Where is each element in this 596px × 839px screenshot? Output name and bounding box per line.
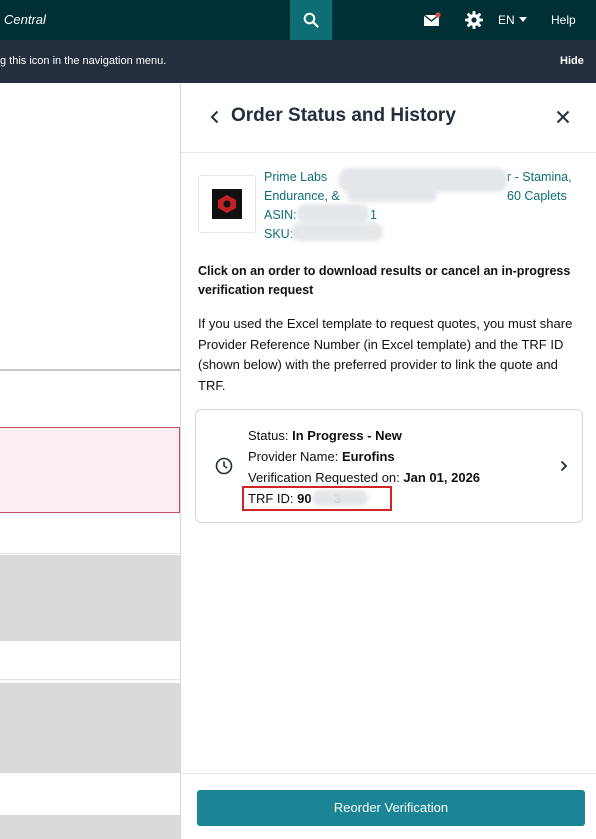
close-icon (556, 110, 570, 124)
product-title-end[interactable]: r - Stamina, (507, 168, 572, 187)
background-page (0, 83, 180, 839)
product-title-line2[interactable]: Endurance, & (264, 189, 340, 203)
top-navigation-bar: Central EN Help (0, 0, 596, 40)
background-highlighted-row (0, 427, 180, 513)
trf-id-highlight-box (242, 486, 392, 511)
mail-icon (423, 12, 441, 26)
panel-footer: Reorder Verification (181, 773, 596, 839)
requested-label: Verification Requested on: (248, 470, 400, 485)
product-title-start[interactable]: Prime Labs (264, 170, 327, 184)
panel-title: Order Status and History (231, 105, 456, 126)
product-title-line2-end[interactable]: 60 Caplets (507, 187, 567, 206)
redacted-area (291, 223, 383, 241)
product-logo-icon (218, 195, 236, 213)
settings-button[interactable] (463, 9, 485, 31)
background-row (0, 683, 180, 773)
clock-icon (214, 456, 234, 476)
chevron-left-icon (210, 110, 218, 124)
background-divider (0, 369, 180, 371)
info-banner-text: g this icon in the navigation menu. (0, 55, 167, 67)
search-button[interactable] (290, 0, 332, 40)
background-divider (0, 553, 180, 554)
provider-label: Provider Name: (248, 449, 339, 464)
asin-label: ASIN: (264, 208, 297, 222)
info-banner: g this icon in the navigation menu. Hide (0, 40, 596, 83)
search-bar[interactable]: Central (0, 0, 290, 40)
product-image (212, 189, 242, 219)
provider-value: Eurofins (341, 449, 395, 464)
excel-template-note: If you used the Excel template to reques… (198, 316, 573, 393)
requested-value: Jan 01, 2026 (403, 470, 481, 485)
hide-banner-link[interactable]: Hide (560, 40, 584, 83)
status-label: Status: (248, 428, 289, 443)
background-row (0, 555, 180, 641)
caret-down-icon (518, 17, 527, 22)
gear-icon (465, 11, 483, 29)
reorder-verification-button[interactable]: Reorder Verification (197, 790, 585, 826)
order-card[interactable]: Status: In Progress - New Provider Name:… (195, 409, 583, 523)
language-selector[interactable]: EN (498, 0, 527, 40)
panel-header: Order Status and History (181, 83, 596, 153)
order-status-panel: Order Status and History Prime Labs r - … (180, 83, 596, 839)
instructions-text: Click on an order to download results or… (198, 264, 571, 297)
background-row (0, 815, 180, 839)
product-thumbnail (198, 175, 256, 233)
redacted-area (347, 188, 437, 202)
sku-label: SKU: (264, 227, 294, 241)
back-button[interactable] (207, 107, 221, 127)
messages-button[interactable] (423, 11, 441, 29)
open-order-button[interactable] (558, 458, 570, 474)
chevron-right-icon (560, 460, 568, 472)
help-link[interactable]: Help (551, 0, 576, 40)
redacted-area (297, 204, 369, 224)
brand-name: Central (4, 12, 46, 27)
status-value: In Progress - New (292, 428, 402, 443)
search-icon (303, 12, 319, 28)
language-label: EN (498, 13, 515, 27)
background-divider (0, 679, 180, 680)
close-panel-button[interactable] (553, 107, 573, 127)
